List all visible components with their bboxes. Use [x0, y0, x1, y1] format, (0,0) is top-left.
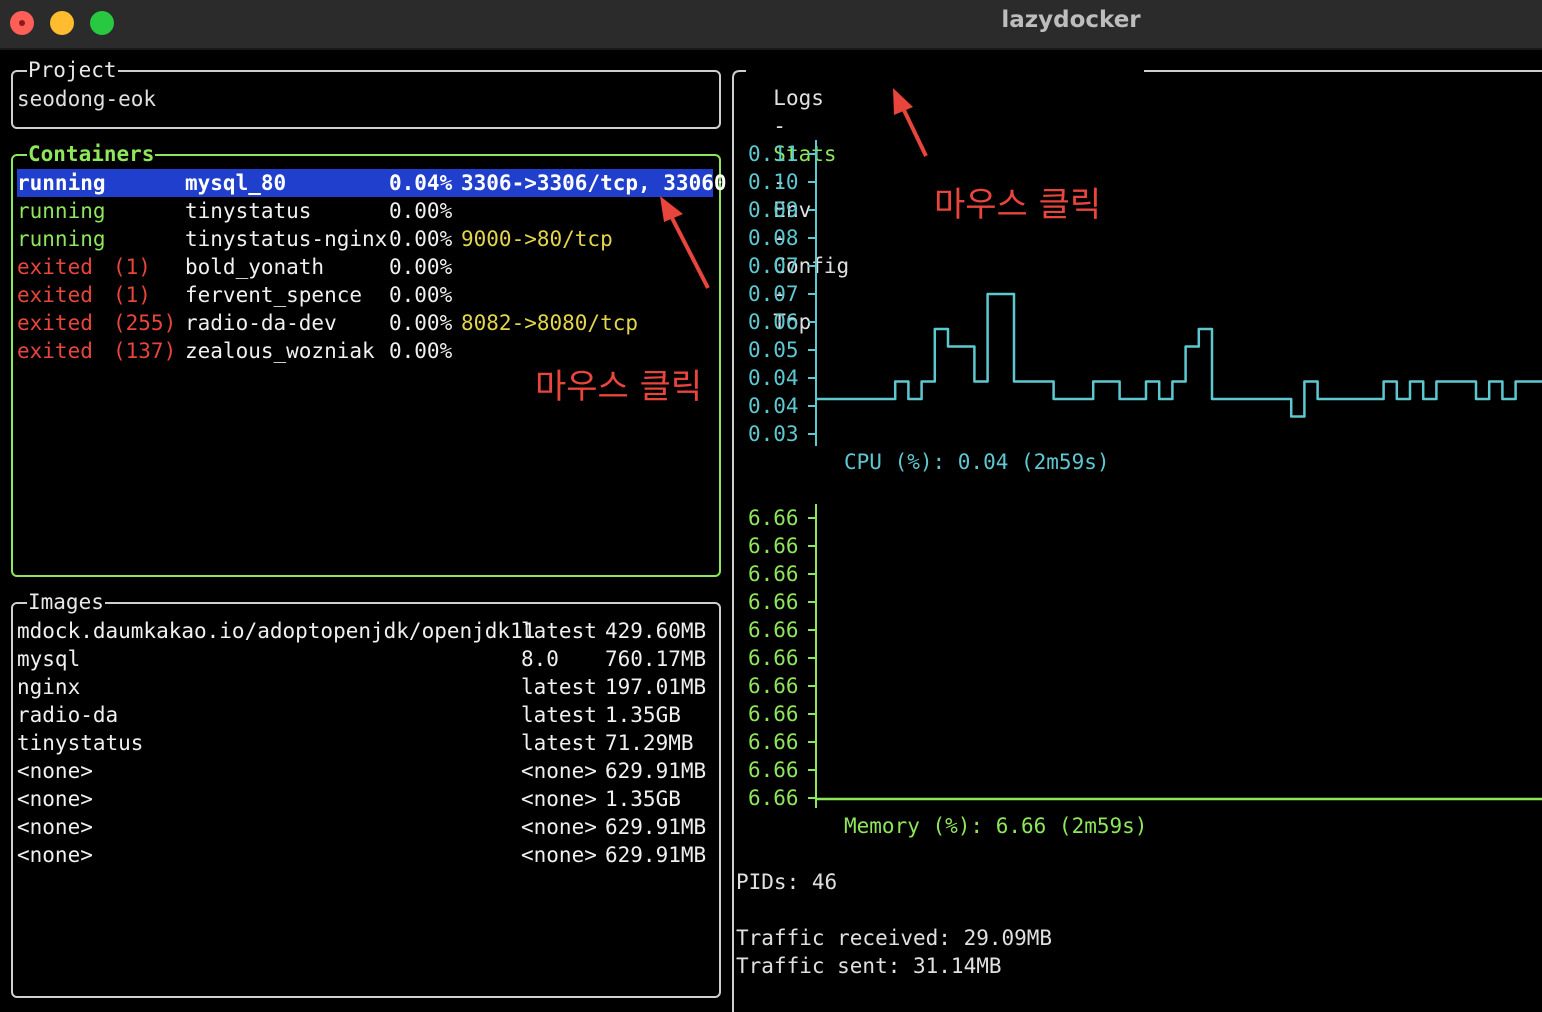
annotation-arrow-right-icon — [893, 88, 928, 157]
annotation-arrow-left-icon — [660, 196, 710, 289]
annotation-arrows — [660, 88, 928, 289]
